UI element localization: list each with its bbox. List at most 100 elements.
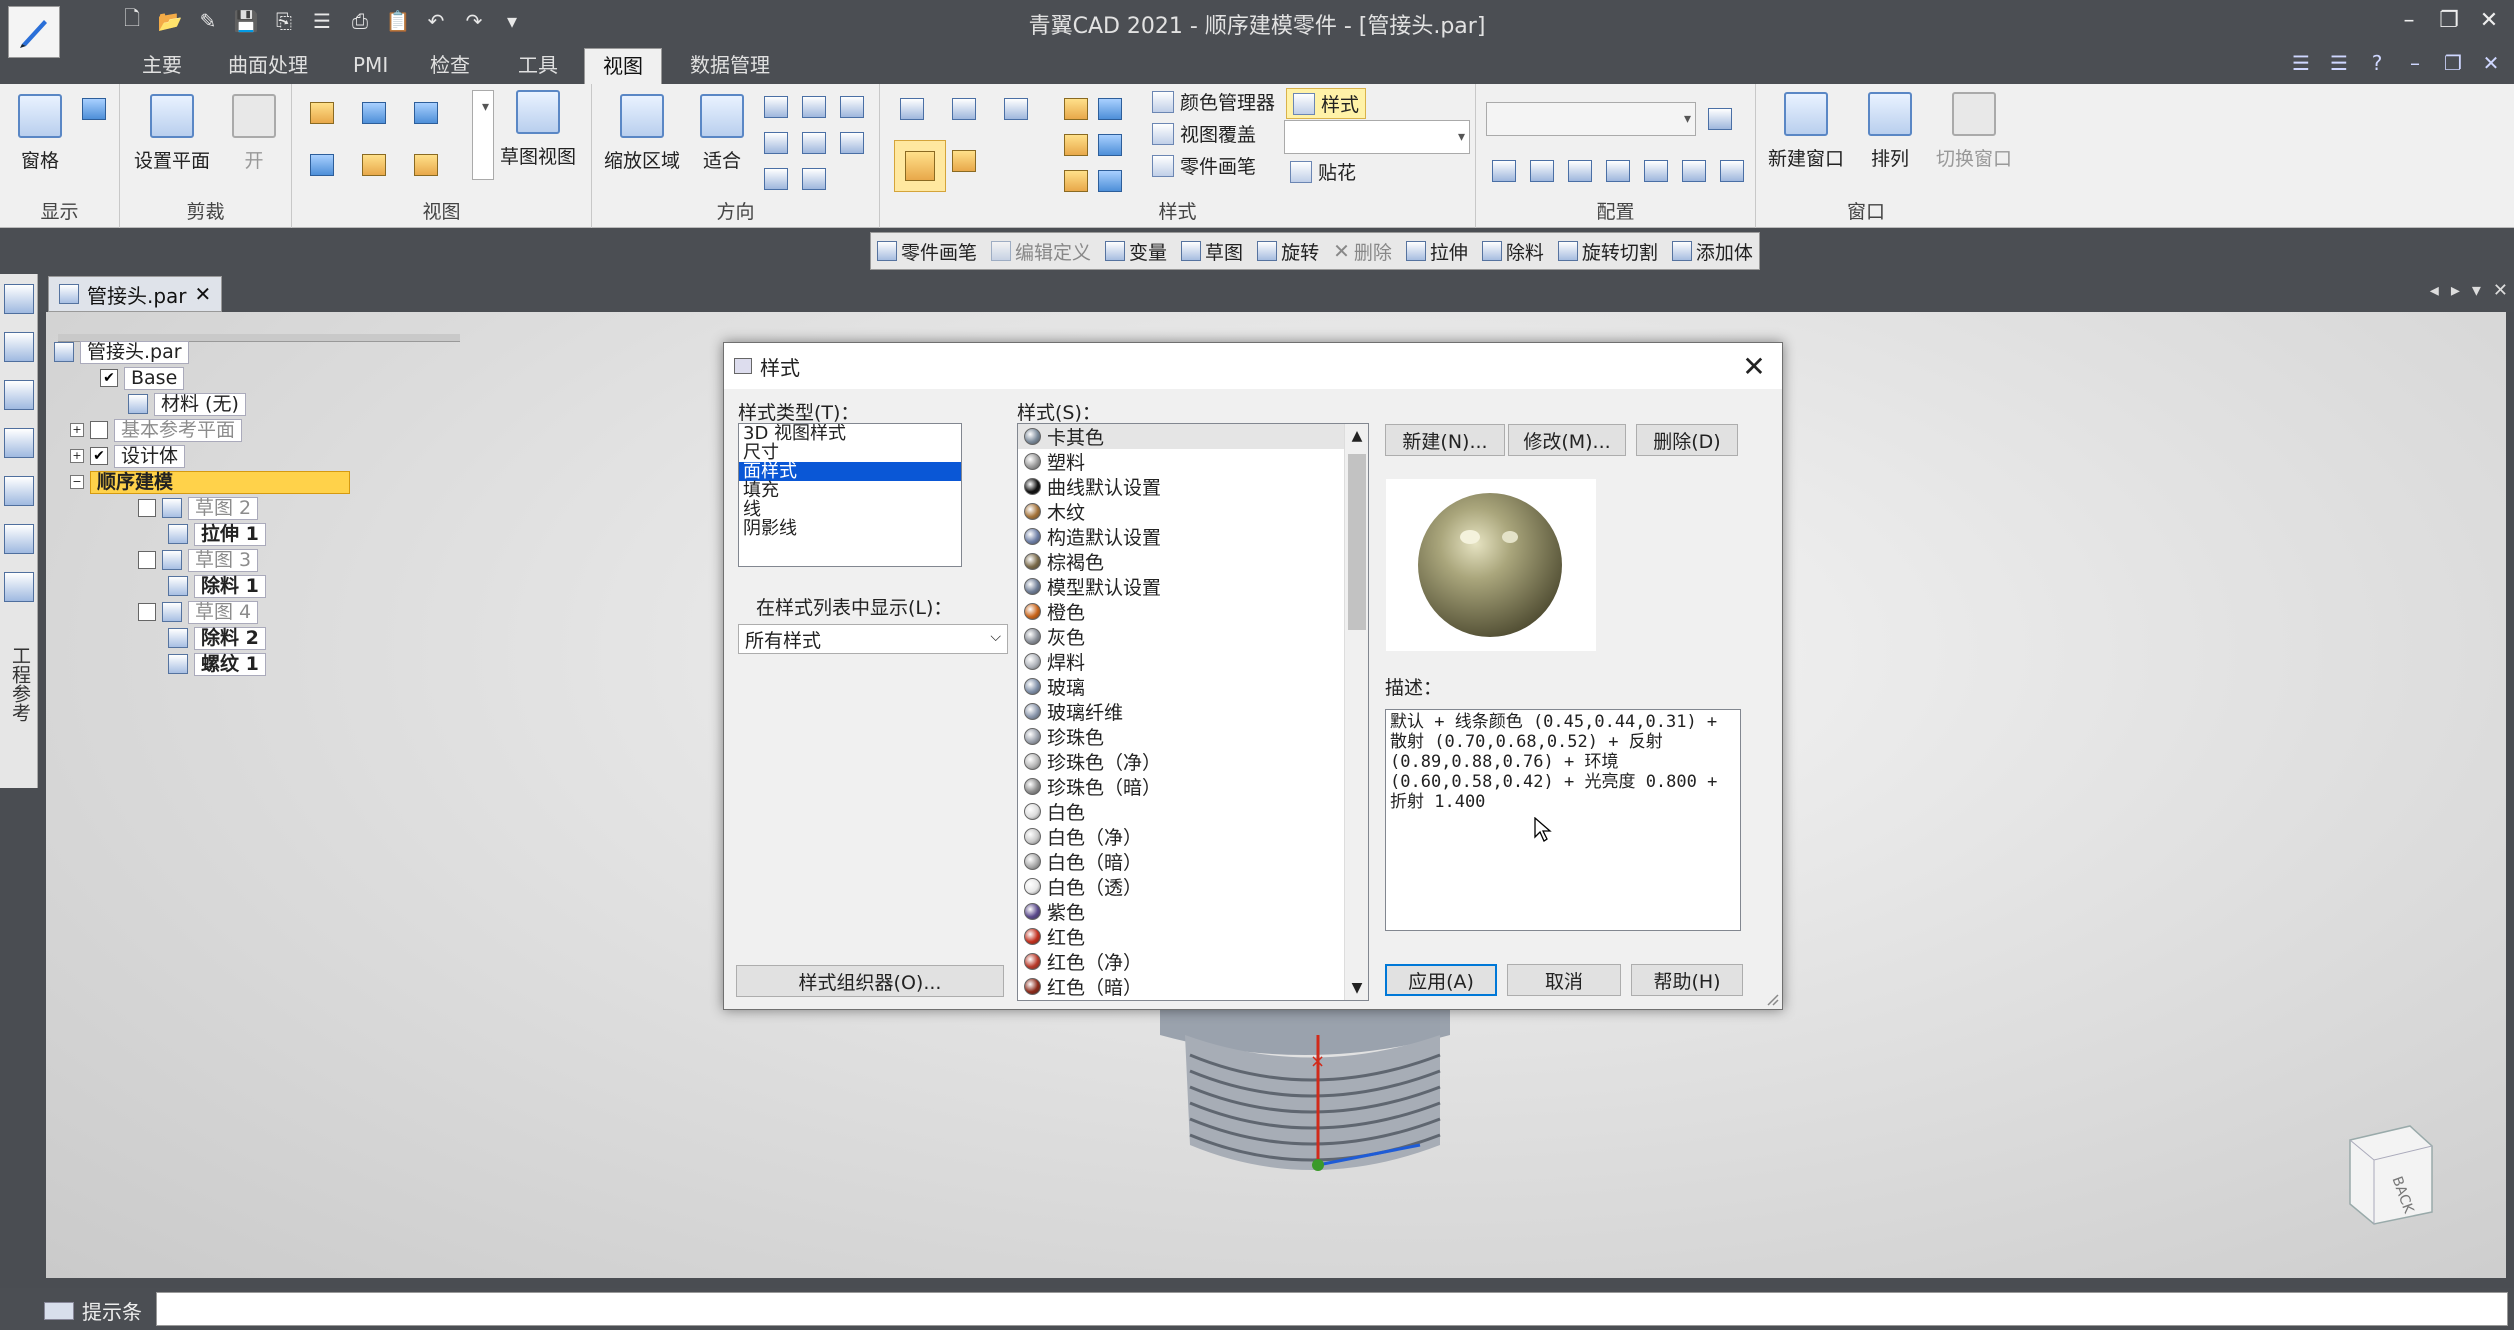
cmd-part-painter[interactable]: 零件画笔 bbox=[877, 238, 977, 265]
set-plane-button[interactable]: 设置平面 bbox=[134, 94, 210, 173]
zoom-area-button[interactable]: 缩放区域 bbox=[604, 94, 680, 173]
cmd-edit-definition[interactable]: 编辑定义 bbox=[991, 238, 1091, 265]
display-option-icon[interactable] bbox=[78, 94, 110, 124]
expand-icon[interactable]: + bbox=[70, 449, 84, 463]
view-gallery-scroll[interactable]: ▾ bbox=[472, 90, 494, 180]
new-style-button[interactable]: 新建(N)... bbox=[1385, 424, 1505, 456]
spin-icon[interactable] bbox=[760, 128, 792, 158]
view-iso-icon[interactable] bbox=[358, 98, 390, 128]
tab-prev-icon[interactable]: ◂ bbox=[2430, 280, 2439, 301]
tree-node-material[interactable]: 材料 (无) bbox=[128, 392, 246, 416]
tilt-icon[interactable] bbox=[836, 128, 868, 158]
app-logo-icon[interactable] bbox=[8, 6, 60, 58]
view-right-icon[interactable] bbox=[410, 98, 442, 128]
sketch-view-button[interactable]: 草图视图 bbox=[500, 90, 576, 169]
view-bottom-icon[interactable] bbox=[410, 150, 442, 180]
resize-grip-icon[interactable] bbox=[1764, 991, 1780, 1007]
delete-style-button[interactable]: 删除(D) bbox=[1636, 424, 1738, 456]
pathfinder-icon[interactable] bbox=[4, 284, 34, 314]
scroll-thumb[interactable] bbox=[1348, 454, 1366, 630]
close-icon[interactable]: ✕ bbox=[2472, 2, 2506, 38]
fit-button[interactable]: 适合 bbox=[700, 94, 744, 173]
help-dock-icon[interactable] bbox=[4, 332, 34, 362]
texture-icon[interactable] bbox=[1060, 166, 1092, 196]
dialog-close-icon[interactable]: ✕ bbox=[1734, 347, 1774, 385]
sketch2-checkbox[interactable] bbox=[138, 499, 156, 517]
tab-inspect[interactable]: 检查 bbox=[412, 48, 488, 84]
tab-pmi[interactable]: PMI bbox=[335, 48, 406, 84]
config-3-icon[interactable] bbox=[1564, 156, 1596, 186]
tree-node-cut1[interactable]: 除料 1 bbox=[168, 574, 266, 598]
base-checkbox[interactable]: ✔ bbox=[100, 369, 118, 387]
style-list-item[interactable]: 珍珠色 bbox=[1018, 724, 1368, 749]
new-window-button[interactable]: 新建窗口 bbox=[1768, 92, 1844, 171]
cmd-revolved-cut[interactable]: 旋转切割 bbox=[1557, 238, 1658, 265]
floor-reflection-icon[interactable] bbox=[1060, 94, 1092, 124]
prompt-field[interactable] bbox=[156, 1292, 2508, 1326]
shaded-edges-icon[interactable] bbox=[894, 140, 946, 192]
library-icon[interactable] bbox=[4, 476, 34, 506]
lights-icon[interactable] bbox=[1094, 166, 1126, 196]
config-7-icon[interactable] bbox=[1716, 156, 1748, 186]
style-type-item[interactable]: 线 bbox=[739, 500, 961, 519]
style-list-item[interactable]: 构造默认设置 bbox=[1018, 524, 1368, 549]
collapse-icon[interactable]: − bbox=[70, 475, 84, 489]
doc-restore-icon[interactable]: ❐ bbox=[2438, 46, 2468, 80]
style-combo[interactable]: ▾ bbox=[1284, 120, 1470, 154]
key-icon[interactable] bbox=[4, 524, 34, 554]
color-manager-button[interactable]: 颜色管理器 bbox=[1152, 88, 1275, 115]
ref-planes-checkbox[interactable] bbox=[90, 421, 108, 439]
view-overlay-button[interactable]: 视图覆盖 bbox=[1152, 120, 1256, 147]
apply-button[interactable]: 应用(A) bbox=[1385, 964, 1497, 996]
tree-node-cut2[interactable]: 除料 2 bbox=[168, 626, 266, 650]
decal-button[interactable]: 贴花 bbox=[1290, 158, 1356, 185]
style-list-item[interactable]: 紫色 bbox=[1018, 899, 1368, 924]
tab-view[interactable]: 视图 bbox=[584, 48, 662, 84]
close-tab-icon[interactable]: ✕ bbox=[195, 282, 212, 306]
tab-data-management[interactable]: 数据管理 bbox=[672, 48, 788, 84]
ribbon-option2-icon[interactable]: ☰ bbox=[2324, 46, 2354, 80]
style-list-item[interactable]: 塑料 bbox=[1018, 449, 1368, 474]
help-button[interactable]: 帮助(H) bbox=[1631, 964, 1743, 996]
style-type-item[interactable]: 阴影线 bbox=[739, 519, 961, 538]
style-organizer-button[interactable]: 样式组织器(O)... bbox=[736, 965, 1004, 997]
tree-node-sketch2[interactable]: 草图 2 bbox=[138, 496, 259, 520]
config-4-icon[interactable] bbox=[1602, 156, 1634, 186]
view-front-icon[interactable] bbox=[306, 98, 338, 128]
style-list-item[interactable]: 白色（透） bbox=[1018, 874, 1368, 899]
tab-tools[interactable]: 工具 bbox=[500, 48, 576, 84]
tree-node-base[interactable]: ✔ Base bbox=[100, 366, 185, 390]
tab-list-icon[interactable]: ▾ bbox=[2472, 280, 2481, 301]
view-top-icon[interactable] bbox=[358, 150, 390, 180]
style-type-item[interactable]: 3D 视图样式 bbox=[739, 424, 961, 443]
perspective-icon[interactable] bbox=[1094, 94, 1126, 124]
cmd-add-body[interactable]: 添加体 bbox=[1671, 238, 1753, 265]
tree-node-sketch4[interactable]: 草图 4 bbox=[138, 600, 259, 624]
style-list-item[interactable]: 模型默认设置 bbox=[1018, 574, 1368, 599]
tree-node-sketch3[interactable]: 草图 3 bbox=[138, 548, 259, 572]
tree-node-ref-planes[interactable]: + 基本参考平面 bbox=[70, 418, 243, 442]
cmd-extrude[interactable]: 拉伸 bbox=[1405, 238, 1468, 265]
config-2-icon[interactable] bbox=[1526, 156, 1558, 186]
style-list-item[interactable]: 白色（净） bbox=[1018, 824, 1368, 849]
engineering-reference-icon[interactable] bbox=[4, 572, 34, 602]
styles-scrollbar[interactable]: ▲ ▼ bbox=[1344, 424, 1368, 1000]
scroll-up-icon[interactable]: ▲ bbox=[1345, 428, 1368, 444]
styles-list[interactable]: 卡其色 塑料 曲线默认设置 木纹 构造默认设置 棕褐色 模型默认设置 橙色 灰色 焊料 玻璃 玻璃纤维… bbox=[1017, 423, 1369, 1001]
scroll-down-icon[interactable]: ▼ bbox=[1345, 980, 1368, 996]
style-list-item[interactable]: 白色 bbox=[1018, 799, 1368, 824]
wireframe-icon[interactable] bbox=[896, 94, 928, 124]
tree-node-thread1[interactable]: 螺纹 1 bbox=[168, 652, 266, 676]
style-type-item[interactable]: 尺寸 bbox=[739, 443, 961, 462]
sketch3-checkbox[interactable] bbox=[138, 551, 156, 569]
layers-icon[interactable] bbox=[4, 380, 34, 410]
cmd-cut[interactable]: 除料 bbox=[1481, 238, 1544, 265]
tree-node-extrude1[interactable]: 拉伸 1 bbox=[168, 522, 266, 546]
config-1-icon[interactable] bbox=[1488, 156, 1520, 186]
style-list-item[interactable]: 珍珠色（暗） bbox=[1018, 774, 1368, 799]
sensors-icon[interactable] bbox=[4, 428, 34, 458]
ribbon-option-icon[interactable]: ☰ bbox=[2286, 46, 2316, 80]
sphere-icon[interactable] bbox=[1094, 130, 1126, 160]
open-clip-button[interactable]: 开 bbox=[232, 94, 276, 173]
modify-style-button[interactable]: 修改(M)... bbox=[1508, 424, 1626, 456]
